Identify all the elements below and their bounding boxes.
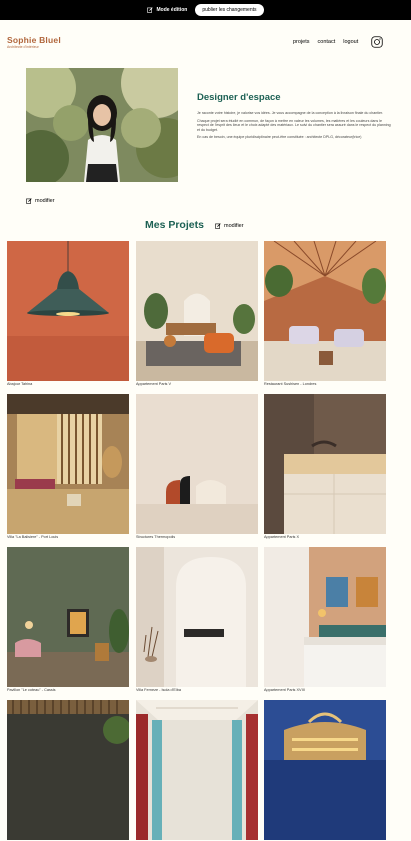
- project-image: [264, 547, 386, 687]
- edit-label: modifier: [35, 198, 55, 204]
- project-image: [136, 394, 258, 534]
- edit-icon: [26, 198, 32, 204]
- project-card[interactable]: Structures Thermopolis: [136, 394, 258, 540]
- project-card[interactable]: Appartement Paris XVIII: [264, 547, 386, 693]
- nav-contact[interactable]: contact: [318, 39, 336, 45]
- project-image: [264, 394, 386, 534]
- edit-icon: [215, 223, 221, 229]
- project-card[interactable]: Villa "La Balisiere" - Port Louis: [7, 394, 129, 540]
- project-card[interactable]: [264, 700, 386, 841]
- project-caption: Appartement Paris X: [264, 535, 300, 539]
- portrait-photo: [26, 68, 178, 182]
- nav-projets[interactable]: projets: [293, 39, 310, 45]
- project-image: [7, 241, 129, 381]
- project-caption: Pavillon "Le coteau" - Cassis: [7, 688, 56, 692]
- introduction-paragraph: En cas de besoin, une équipe pluridiscip…: [197, 135, 362, 140]
- project-image: [136, 241, 258, 381]
- logo-subtitle: Architecte d'intérieur: [7, 45, 39, 49]
- project-image: [7, 547, 129, 687]
- project-caption: Appartement Paris XVIII: [264, 688, 305, 692]
- project-image: [264, 700, 386, 840]
- project-card[interactable]: Pavillon "Le coteau" - Cassis: [7, 547, 129, 693]
- project-card[interactable]: Appartement Paris V: [136, 241, 258, 387]
- edit-mode-label: Mode édition: [156, 7, 188, 13]
- logo-name: Sophie Bluel: [7, 35, 61, 45]
- project-caption: Villa "La Balisiere" - Port Louis: [7, 535, 59, 539]
- project-card[interactable]: Abajour Tahina: [7, 241, 129, 387]
- introduction-paragraph: Je raconte votre histoire, je valorise v…: [197, 111, 383, 115]
- project-caption: Abajour Tahina: [7, 382, 33, 386]
- logo[interactable]: Sophie Bluel Architecte d'intérieur: [7, 36, 61, 50]
- introduction-paragraph: Chaque projet sera étudié en commun, de …: [197, 118, 391, 132]
- portfolio-title: Mes Projets: [145, 219, 204, 231]
- publish-changes-button[interactable]: publier les changements: [195, 4, 264, 16]
- introduction: Designer d'espace Je raconte votre histo…: [197, 92, 393, 143]
- project-image: [264, 241, 386, 381]
- project-image: [136, 700, 258, 840]
- project-card[interactable]: Restaurant Sushisen - Londres: [264, 241, 386, 387]
- project-caption: Appartement Paris V: [136, 382, 172, 386]
- project-card[interactable]: Appartement Paris X: [264, 394, 386, 540]
- main-nav: projets contact logout: [293, 39, 358, 45]
- edit-icon: [147, 7, 154, 13]
- project-image: [7, 394, 129, 534]
- project-card[interactable]: [7, 700, 129, 841]
- introduction-title: Designer d'espace: [197, 92, 281, 103]
- site-header: Sophie Bluel Architecte d'intérieur proj…: [0, 30, 411, 54]
- project-caption: Villa Ferneze - Isola d'Elba: [136, 688, 181, 692]
- nav-logout[interactable]: logout: [343, 39, 358, 45]
- project-caption: Restaurant Sushisen - Londres: [264, 382, 317, 386]
- project-image: [136, 547, 258, 687]
- edit-introduction-button[interactable]: modifier: [26, 198, 55, 204]
- edit-projects-button[interactable]: modifier: [215, 223, 244, 229]
- project-card[interactable]: Villa Ferneze - Isola d'Elba: [136, 547, 258, 693]
- edit-mode-indicator: Mode édition: [147, 7, 187, 13]
- portfolio-header: Mes Projets modifier: [0, 219, 411, 233]
- project-caption: Structures Thermopolis: [136, 535, 176, 539]
- project-card[interactable]: [136, 700, 258, 841]
- edit-mode-bar: Mode édition publier les changements: [0, 0, 411, 20]
- instagram-icon[interactable]: [371, 36, 383, 48]
- edit-label: modifier: [224, 223, 244, 229]
- project-image: [7, 700, 129, 840]
